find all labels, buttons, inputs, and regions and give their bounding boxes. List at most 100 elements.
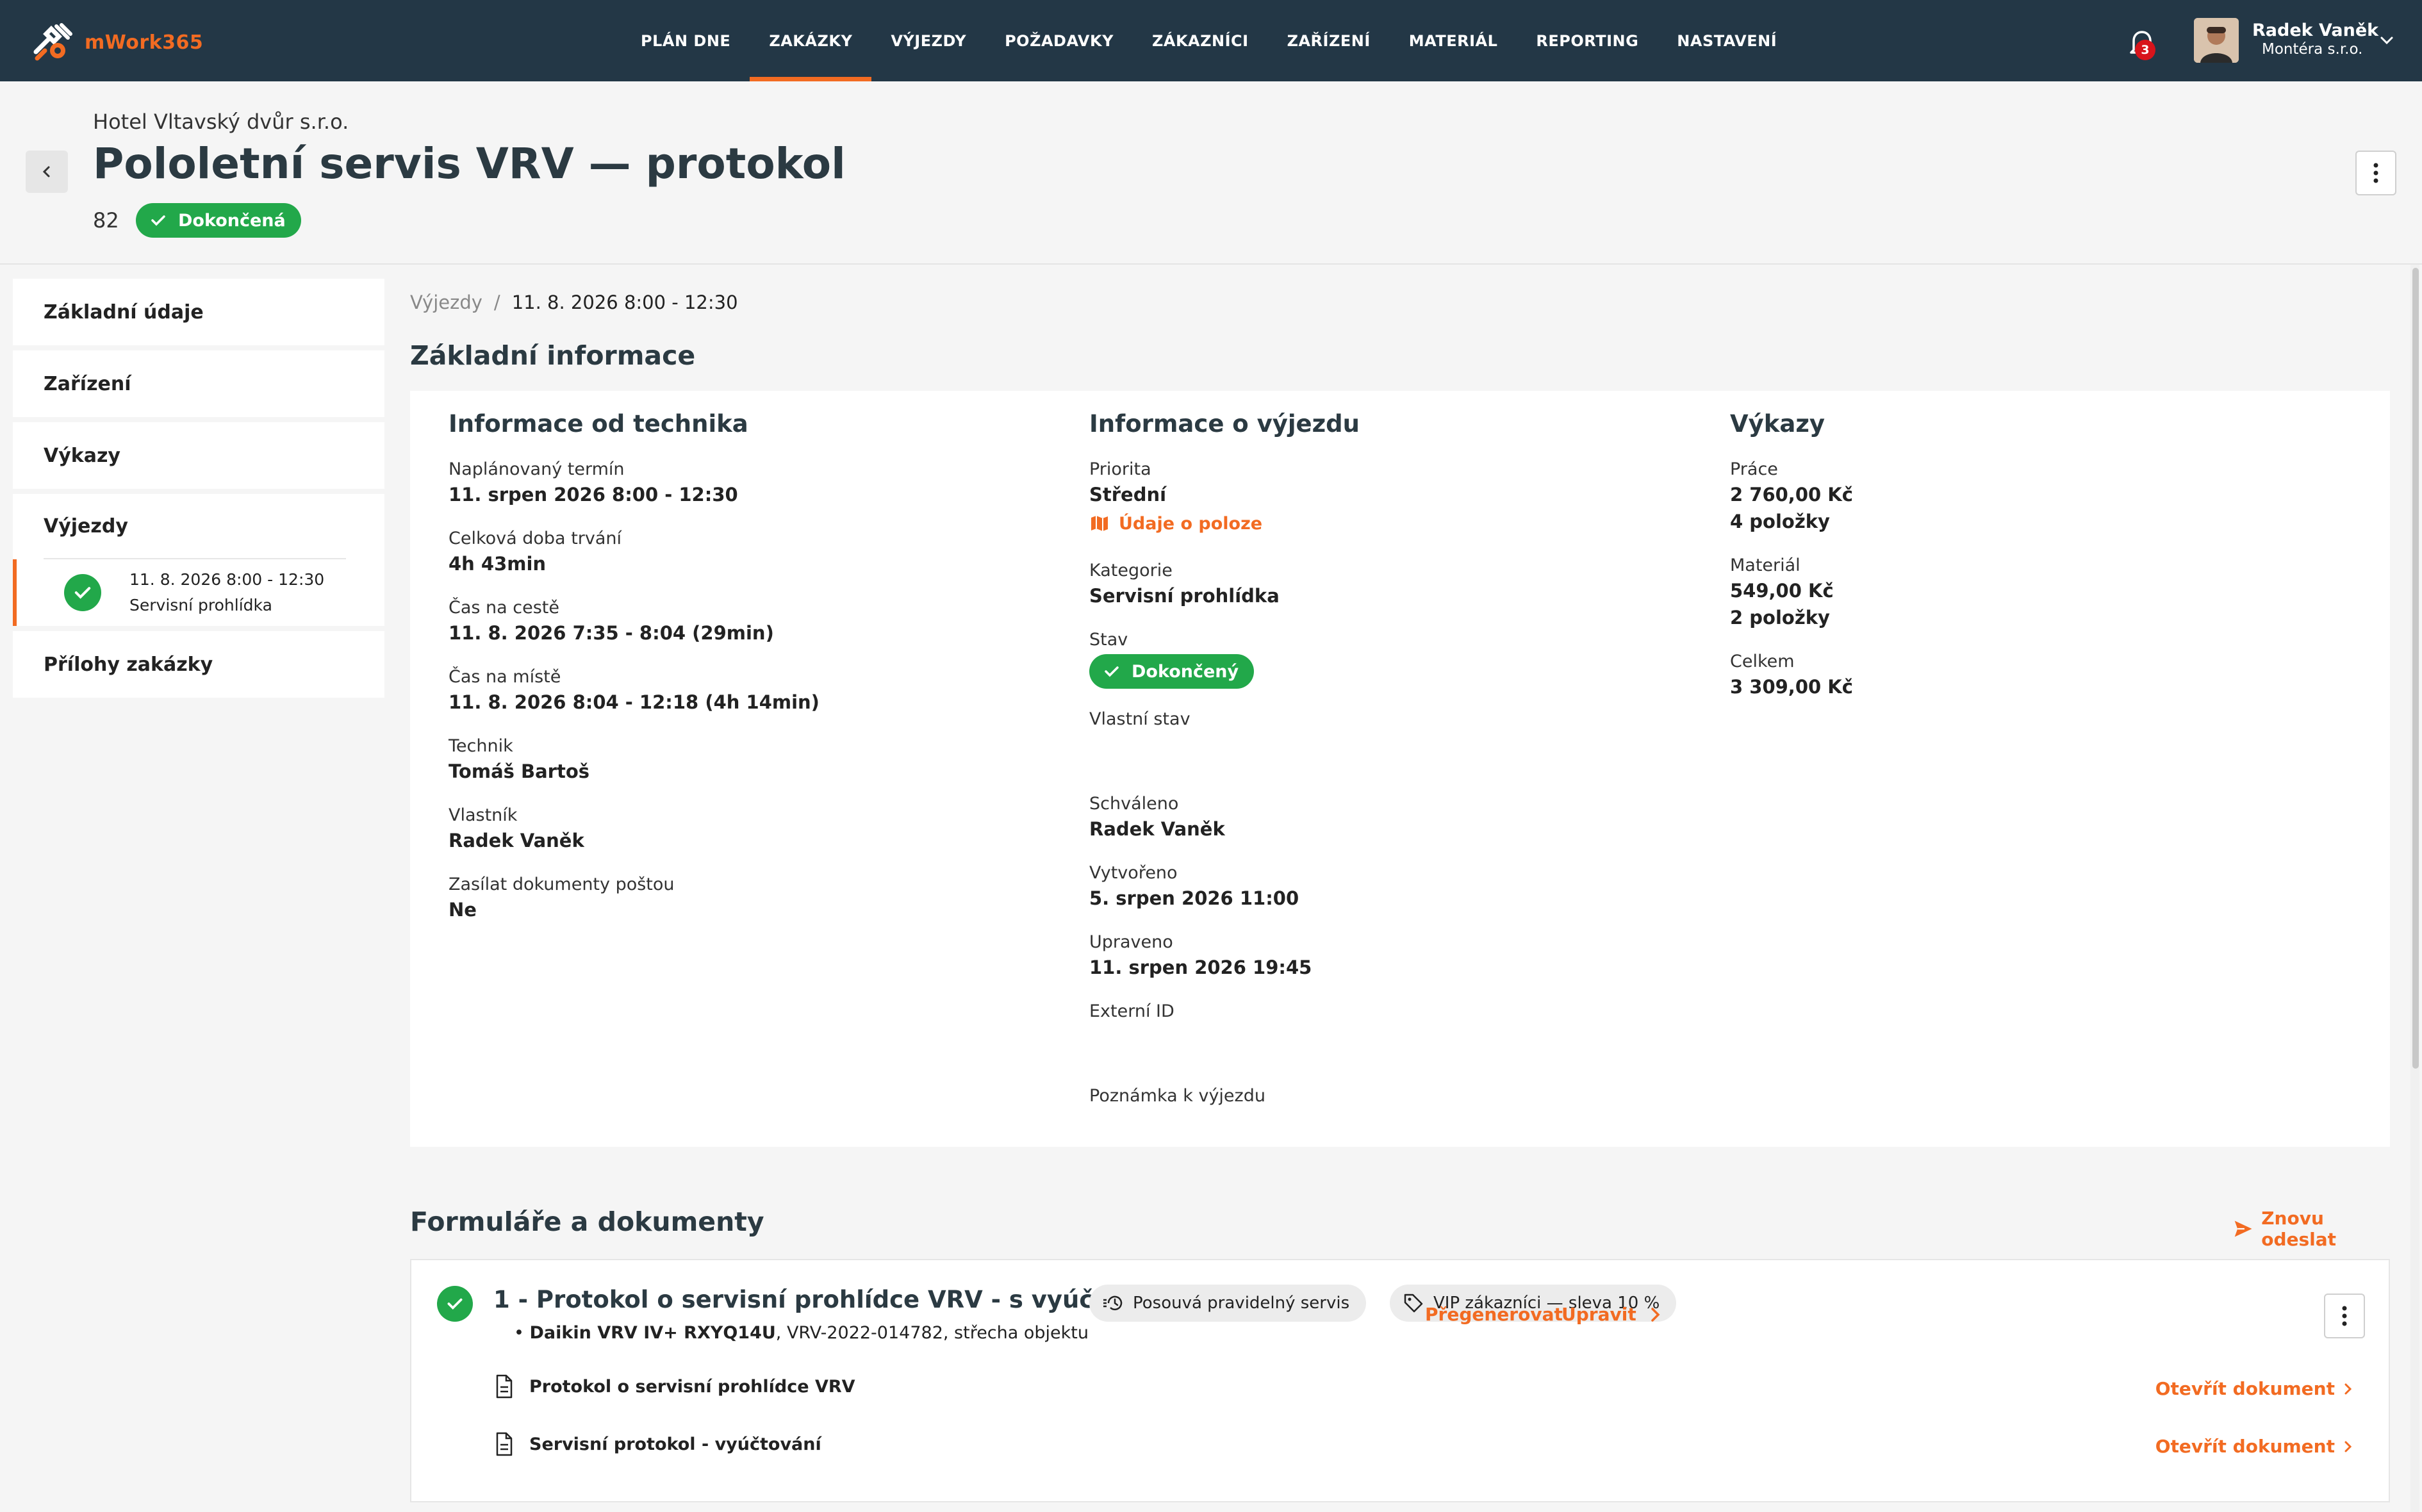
nav-zakazky[interactable]: ZAKÁZKY (750, 0, 872, 81)
edit-button[interactable]: Upravit (1561, 1304, 1663, 1325)
visit-title: Informace o výjezdu (1089, 410, 1360, 438)
owner-label: Vlastník (449, 805, 518, 825)
mail-docs-label: Zasílat dokumenty poštou (449, 875, 675, 894)
nav-material[interactable]: MATERIÁL (1390, 0, 1517, 81)
more-vertical-icon (2342, 1306, 2347, 1326)
tag-regular-service: Posouvá pravidelný servis (1089, 1285, 1367, 1322)
avatar[interactable] (2194, 18, 2239, 63)
nav-pozadavky[interactable]: POŽADAVKY (985, 0, 1133, 81)
total-amount: 3 309,00 Kč (1730, 676, 1853, 698)
top-navigation-bar: mWork365 PLÁN DNE ZAKÁZKY VÝJEZDY POŽADA… (0, 0, 2422, 81)
sidebar-group-vyjezdy: Výjezdy 11. 8. 2026 8:00 - 12:30 Servisn… (13, 494, 384, 626)
regenerate-button[interactable]: Přegenerovat (1425, 1304, 1563, 1325)
scrollbar-thumb[interactable] (2412, 268, 2419, 1069)
work-amount: 2 760,00 Kč (1730, 484, 1853, 505)
visit-note-label: Poznámka k výjezdu (1089, 1086, 1265, 1106)
visit-column: Informace o výjezdu Priorita Střední Údaj… (1089, 410, 1360, 1127)
technician-column: Informace od technika Naplánovaný termín… (449, 410, 820, 942)
material-label: Materiál (1730, 555, 1800, 575)
created-label: Vytvořeno (1089, 863, 1178, 883)
document-name: Servisní protokol - vyúčtování (529, 1434, 821, 1454)
notification-badge: 3 (2135, 40, 2155, 60)
more-actions-button[interactable] (2355, 151, 2396, 195)
chevron-right-icon (1651, 1307, 1660, 1322)
onsite-value: 11. 8. 2026 8:04 - 12:18 (4h 14min) (449, 691, 820, 713)
material-items: 2 položky (1730, 607, 1830, 629)
mail-docs-value: Ne (449, 899, 477, 921)
sidebar-item-prilohy[interactable]: Přílohy zakázky (13, 631, 384, 698)
nav-nastaveni[interactable]: NASTAVENÍ (1658, 0, 1796, 81)
breadcrumb-parent[interactable]: Výjezdy (410, 292, 482, 313)
custom-state-value (1089, 731, 1360, 773)
user-name[interactable]: Radek Vaněk (2252, 21, 2378, 40)
owner-value: Radek Vaněk (449, 830, 584, 851)
work-items: 4 položky (1730, 511, 1830, 532)
duration-label: Celková doba trvání (449, 529, 622, 548)
back-button[interactable] (26, 151, 68, 193)
updated-value: 11. srpen 2026 19:45 (1089, 957, 1312, 978)
open-document-button[interactable]: Otevřít dokument (2155, 1436, 2354, 1457)
reports-column: Výkazy Práce 2 760,00 Kč 4 položky Materiá… (1730, 410, 1853, 719)
nav-zakaznici[interactable]: ZÁKAZNÍCI (1133, 0, 1268, 81)
category-label: Kategorie (1089, 561, 1173, 580)
planned-label: Naplánovaný termín (449, 459, 625, 479)
form-document-card: 1 - Protokol o servisní prohlídce VRV - … (410, 1259, 2390, 1502)
chevron-down-icon[interactable] (2377, 31, 2396, 50)
created-value: 5. srpen 2026 11:00 (1089, 887, 1299, 909)
sidebar-item-vyjezdy[interactable]: Výjezdy (13, 494, 384, 558)
page-header: Hotel Vltavský dvůr s.r.o. Pololetní ser… (0, 81, 2422, 265)
sidebar-item-vykazy[interactable]: Výkazy (13, 422, 384, 489)
visit-type: Servisní prohlídka (129, 596, 272, 614)
duration-value: 4h 43min (449, 553, 547, 575)
state-label: Stav (1089, 630, 1128, 650)
nav-vyjezdy[interactable]: VÝJEZDY (871, 0, 985, 81)
edit-label: Upravit (1561, 1304, 1636, 1325)
work-label: Práce (1730, 459, 1778, 479)
document-icon (496, 1374, 513, 1399)
technician-label: Technik (449, 736, 513, 756)
location-link[interactable]: Údaje o poloze (1089, 513, 1360, 534)
user-company: Montéra s.r.o. (2262, 41, 2363, 58)
status-badge: Dokončená (136, 203, 301, 238)
onsite-label: Čas na místě (449, 667, 561, 687)
travel-label: Čas na cestě (449, 598, 560, 618)
avatar-image (2194, 18, 2239, 63)
breadcrumb-current: 11. 8. 2026 8:00 - 12:30 (511, 292, 738, 313)
check-circle-icon (437, 1286, 473, 1322)
map-icon (1091, 516, 1108, 531)
approved-value: Radek Vaněk (1089, 818, 1225, 840)
sidebar-item-zakladni-udaje[interactable]: Základní údaje (13, 279, 384, 345)
category-value: Servisní prohlídka (1089, 585, 1280, 607)
open-document-button[interactable]: Otevřít dokument (2155, 1378, 2354, 1399)
basic-info-card: Informace od technika Naplánovaný termín… (410, 391, 2390, 1147)
history-icon (1103, 1295, 1123, 1311)
priority-label: Priorita (1089, 459, 1151, 479)
nav-zarizeni[interactable]: ZAŘÍZENÍ (1268, 0, 1390, 81)
reports-title: Výkazy (1730, 410, 1825, 438)
tag-icon (1404, 1294, 1423, 1313)
nav-reporting[interactable]: REPORTING (1517, 0, 1658, 81)
page-title: Pololetní servis VRV — protokol (93, 139, 846, 188)
nav-plan-dne[interactable]: PLÁN DNE (622, 0, 750, 81)
more-vertical-icon (2373, 163, 2378, 183)
device-model[interactable]: Daikin VRV IV+ RXYQ14U (530, 1323, 776, 1343)
sidebar-subitem-visit[interactable]: 11. 8. 2026 8:00 - 12:30 Servisní prohlí… (13, 559, 384, 626)
resend-button[interactable]: Znovu odeslat (2233, 1208, 2390, 1250)
document-icon (496, 1432, 513, 1456)
planned-value: 11. srpen 2026 8:00 - 12:30 (449, 484, 738, 505)
approved-label: Schváleno (1089, 794, 1179, 814)
breadcrumb: Výjezdy / 11. 8. 2026 8:00 - 12:30 (410, 292, 738, 313)
total-label: Celkem (1730, 652, 1795, 671)
document-row: Servisní protokol - vyúčtování (493, 1432, 821, 1456)
send-icon (2234, 1220, 2252, 1237)
app-logo[interactable]: mWork365 (31, 19, 203, 65)
tag-regular-service-label: Posouvá pravidelný servis (1133, 1294, 1350, 1313)
priority-value: Střední (1089, 484, 1167, 505)
external-id-label: Externí ID (1089, 1001, 1174, 1021)
device-line: • Daikin VRV IV+ RXYQ14U, VRV-2022-01478… (514, 1323, 1089, 1343)
customer-name[interactable]: Hotel Vltavský dvůr s.r.o. (93, 110, 349, 134)
form-more-actions-button[interactable] (2324, 1294, 2365, 1338)
sidebar-item-zarizeni[interactable]: Zařízení (13, 350, 384, 417)
sidebar: Základní údaje Zařízení Výkazy Výjezdy 1… (13, 279, 384, 703)
logo-icon (33, 23, 72, 61)
